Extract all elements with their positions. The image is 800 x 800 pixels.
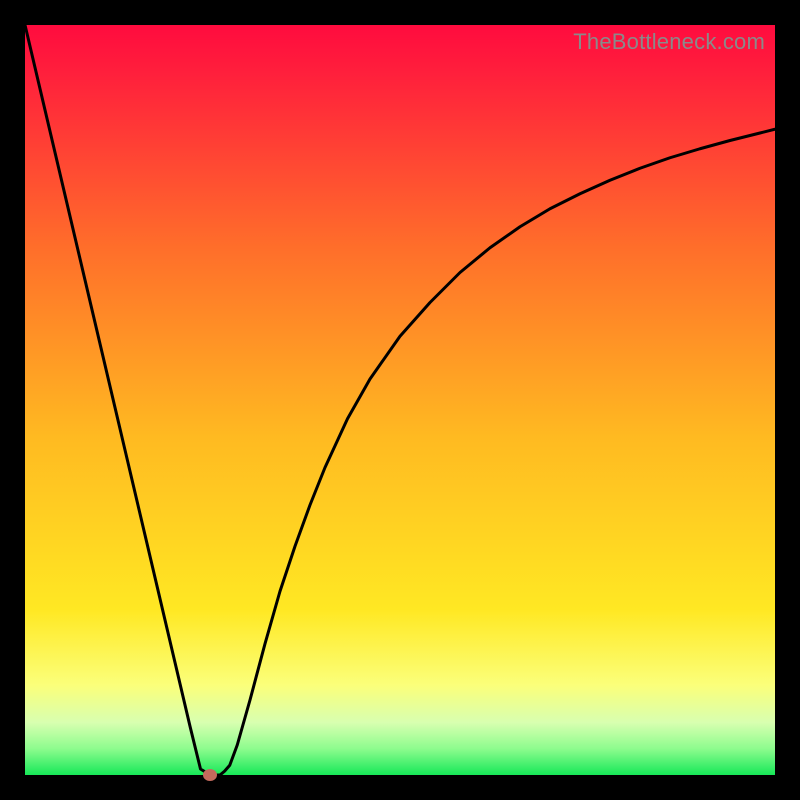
attribution-text: TheBottleneck.com — [573, 29, 765, 55]
chart-frame: TheBottleneck.com — [25, 25, 775, 775]
optimal-point-marker — [203, 769, 217, 781]
curve-path — [25, 25, 775, 775]
bottleneck-curve — [25, 25, 775, 775]
